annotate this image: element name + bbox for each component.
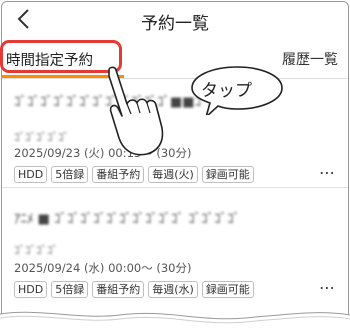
app-header: 予約一覧	[2, 2, 348, 38]
list-item[interactable]: ｺﾞｺﾞｺﾞｺﾞｺﾞｺﾞｺﾞｺﾞｺﾞｺﾞｺﾞｺﾞ■■ｺﾞｺﾞｺﾞｺﾞ ｺﾞｺﾞｺ…	[2, 79, 348, 187]
tag: HDD	[14, 281, 48, 298]
tab-bar: 時間指定予約 履歴一覧	[2, 38, 348, 79]
tag: HDD	[14, 166, 48, 183]
item-subtitle-blurred: ｺﾞｺﾞｺﾞｺﾞ	[14, 244, 58, 257]
item-subtitle-blurred: ｺﾞｺﾞｺﾞｺﾞｺﾞ	[14, 131, 69, 144]
tag: 録画可能	[201, 166, 254, 183]
tab-scheduled-recording[interactable]: 時間指定予約	[6, 49, 93, 70]
tag: 録画可能	[201, 281, 254, 298]
bubble-text: タップ	[201, 81, 252, 100]
tag: 5倍録	[51, 281, 89, 298]
torn-edge	[0, 311, 350, 335]
tag: 5倍録	[51, 166, 89, 183]
list-item[interactable]: ｱﾆﾒ ■ ｺﾞｺﾞｺﾞｺﾞｺﾞｺﾞｺﾞｺﾞｺﾞｺﾞ ｺﾞｺﾞｺﾞｺﾞ ｺﾞｺﾞ…	[2, 188, 348, 308]
more-options-icon[interactable]: ⋯	[319, 278, 336, 297]
tag: 番組予約	[92, 166, 145, 183]
tag-row: HDD 5倍録 番組予約 毎週(水) 録画可能	[14, 281, 254, 298]
tag: 毎週(火)	[148, 166, 198, 183]
tag: 番組予約	[92, 281, 145, 298]
item-title-blurred: ｱﾆﾒ ■ ｺﾞｺﾞｺﾞｺﾞｺﾞｺﾞｺﾞｺﾞｺﾞｺﾞ ｺﾞｺﾞｺﾞｺﾞ	[14, 212, 241, 227]
tag-row: HDD 5倍録 番組予約 毎週(火) 録画可能	[14, 166, 254, 183]
page-title: 予約一覧	[141, 14, 209, 34]
tag: 毎週(水)	[148, 281, 198, 298]
more-options-icon[interactable]: ⋯	[319, 163, 336, 182]
screen-frame: 予約一覧 時間指定予約 履歴一覧 ｺﾞｺﾞｺﾞｺﾞｺﾞｺﾞｺﾞｺﾞｺﾞｺﾞｺﾞｺ…	[1, 1, 349, 334]
item-datetime: 2025/09/24 (水) 00:00～ (30分)	[14, 261, 192, 275]
pointing-hand-icon	[108, 66, 164, 156]
tab-history[interactable]: 履歴一覧	[282, 49, 338, 69]
